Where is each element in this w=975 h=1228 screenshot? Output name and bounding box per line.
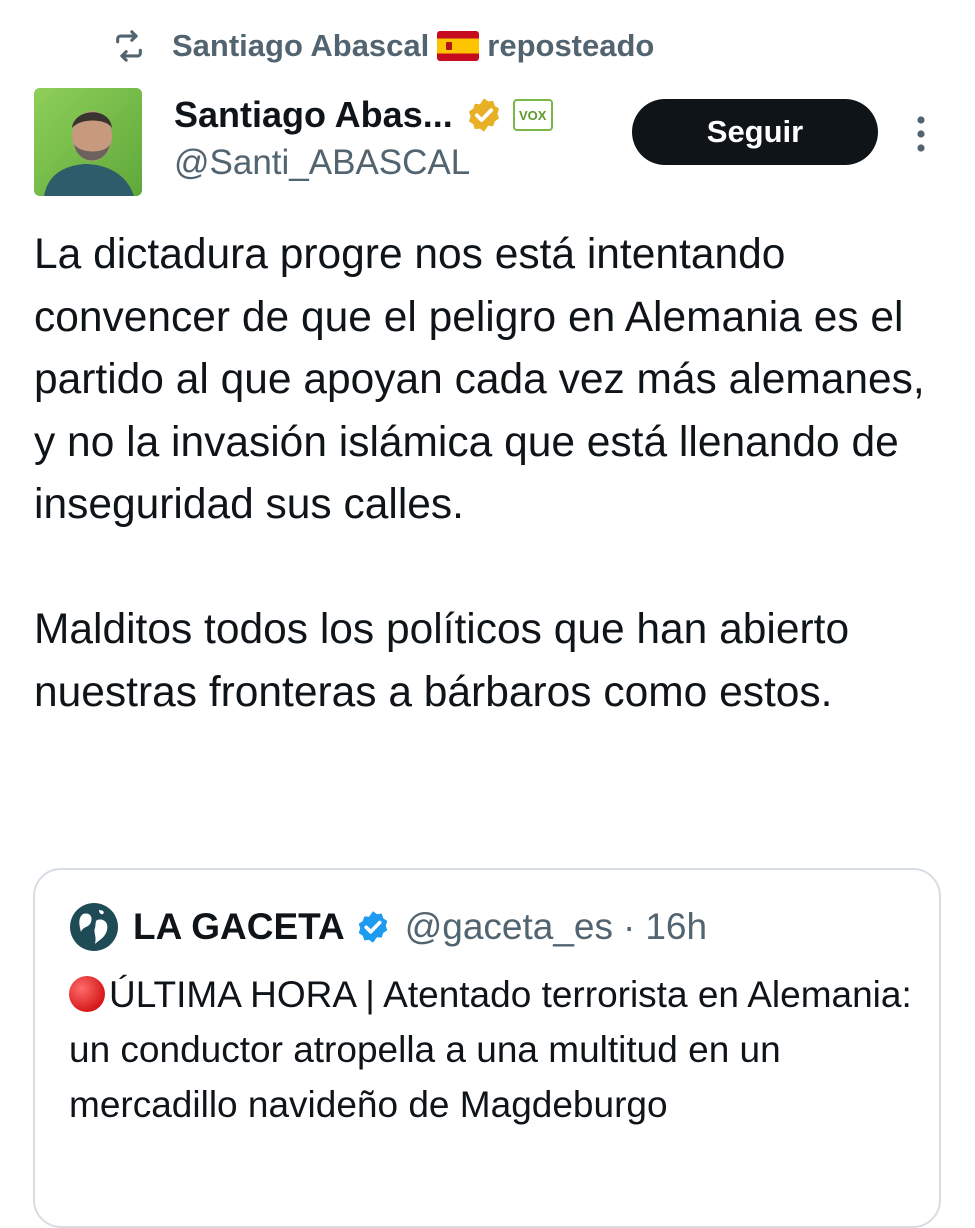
red-circle-icon xyxy=(69,976,105,1012)
spain-flag-icon xyxy=(437,31,480,61)
blue-verified-badge-icon xyxy=(355,909,391,945)
author-name-row: Santiago Abas... VOX xyxy=(174,94,553,136)
quoted-display-name[interactable]: LA GACETA xyxy=(133,906,345,948)
la-gaceta-logo-icon[interactable] xyxy=(69,902,119,952)
vox-affiliation-badge[interactable]: VOX xyxy=(512,99,553,131)
quoted-text-body: ÚLTIMA HORA | Atentado terrorista en Ale… xyxy=(69,974,912,1125)
author-handle[interactable]: @Santi_ABASCAL xyxy=(174,143,470,183)
separator-dot: · xyxy=(623,906,636,947)
follow-button[interactable]: Seguir xyxy=(632,99,878,165)
repost-user-name[interactable]: Santiago Abascal xyxy=(172,28,429,64)
gold-verified-badge-icon[interactable] xyxy=(465,96,503,134)
quoted-tweet-header: LA GACETA @gaceta_es · 16h xyxy=(69,902,707,952)
tweet-text: La dictadura progre nos está intentando … xyxy=(34,224,949,724)
tweet-paragraph-1: La dictadura progre nos está intentando … xyxy=(34,231,925,528)
avatar[interactable] xyxy=(34,88,142,196)
quoted-tweet-card[interactable]: LA GACETA @gaceta_es · 16h ÚLTIMA HORA |… xyxy=(33,868,941,1228)
repost-label: reposteado xyxy=(487,28,655,63)
author-display-name[interactable]: Santiago Abas... xyxy=(174,94,453,136)
more-vertical-icon[interactable] xyxy=(906,112,936,156)
repost-header[interactable]: Santiago Abascal reposteado xyxy=(112,22,654,70)
quoted-timestamp[interactable]: 16h xyxy=(645,906,707,948)
quoted-tweet-text: ÚLTIMA HORA | Atentado terrorista en Ale… xyxy=(69,967,919,1132)
quoted-handle[interactable]: @gaceta_es xyxy=(405,906,613,948)
repost-icon xyxy=(112,29,146,63)
tweet-paragraph-2: Malditos todos los políticos que han abi… xyxy=(34,606,850,716)
